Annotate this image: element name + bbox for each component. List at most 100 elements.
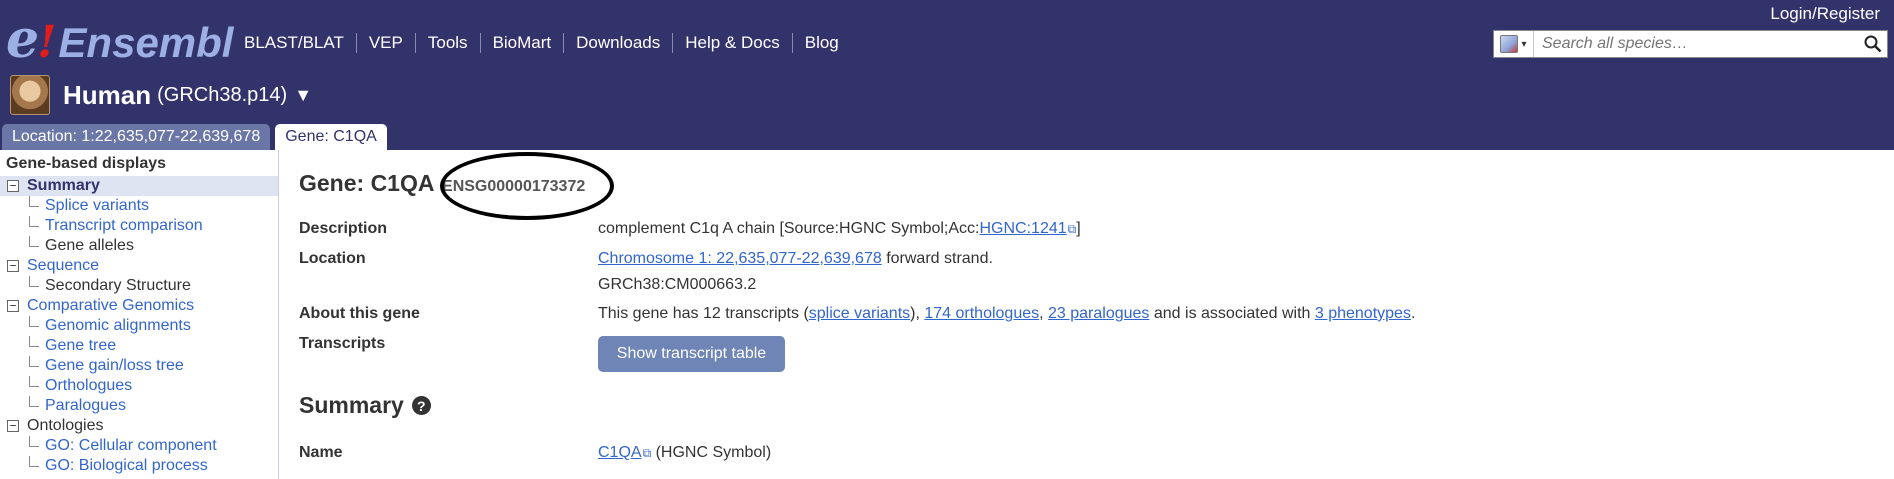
sidebar-item-transcript-comparison[interactable]: Transcript comparison <box>0 216 278 236</box>
sidebar-item-label: Secondary Structure <box>45 277 191 294</box>
sidebar-item-go-biological-process[interactable]: GO: Biological process <box>0 456 278 476</box>
sidebar-item-label: Orthologues <box>45 377 133 394</box>
sidebar-item-gene-gain-loss-tree[interactable]: Gene gain/loss tree <box>0 356 278 376</box>
about-text: , <box>1039 305 1049 322</box>
description-text: complement C1q A chain [Source:HGNC Symb… <box>598 220 980 237</box>
sidebar-item-orthologues[interactable]: Orthologues <box>0 376 278 396</box>
tab-location[interactable]: Location: 1:22,635,077-22,639,678 <box>2 124 271 150</box>
sidebar-item-label: GO: Biological process <box>45 457 208 474</box>
sidebar-item-label: Summary <box>27 177 100 194</box>
sidebar-item-label: Sequence <box>27 257 100 274</box>
c1qa-hgnc-link[interactable]: C1QA <box>598 444 642 461</box>
nav-tools[interactable]: Tools <box>414 33 480 53</box>
location-label: Location <box>299 250 366 267</box>
description-end: ] <box>1076 220 1081 237</box>
sidebar-item-label: Splice variants <box>45 197 150 214</box>
phenotypes-link[interactable]: 3 phenotypes <box>1315 305 1411 322</box>
tree-branch <box>29 236 39 247</box>
nav-downloads[interactable]: Downloads <box>563 33 672 53</box>
sidebar-item-label: Gene alleles <box>45 237 134 254</box>
tree-branch <box>29 436 39 447</box>
species-selector-button[interactable]: ▾ <box>1494 31 1534 57</box>
paralogues-link[interactable]: 23 paralogues <box>1048 305 1149 322</box>
sidebar-item-label: Genomic alignments <box>45 317 191 334</box>
gene-title-text: Gene: C1QA <box>299 170 434 196</box>
nav-blast[interactable]: BLAST/BLAT <box>234 33 356 53</box>
species-assembly: (GRCh38.p14) <box>157 83 288 106</box>
name-source: (HGNC Symbol) <box>651 444 772 461</box>
name-label: Name <box>299 444 343 461</box>
help-icon[interactable]: ? <box>411 396 431 415</box>
nav-vep[interactable]: VEP <box>355 33 415 53</box>
nav-help-docs[interactable]: Help & Docs <box>672 33 791 53</box>
name-value: C1QA⧉ (HGNC Symbol) <box>598 444 771 462</box>
collapse-icon[interactable]: − <box>7 180 19 192</box>
tree-branch <box>29 336 39 347</box>
collapse-icon[interactable]: − <box>7 260 19 272</box>
login-register-link[interactable]: Login/Register <box>1770 4 1880 24</box>
about-text: . <box>1410 305 1416 322</box>
about-text: This gene has 12 transcripts ( <box>598 305 809 322</box>
about-text: and is associated with <box>1149 305 1315 322</box>
search-box: ▾ <box>1493 30 1888 58</box>
annotation-circle <box>440 152 614 220</box>
sidebar-item-label: Ontologies <box>27 417 104 434</box>
description-value: complement C1q A chain [Source:HGNC Symb… <box>598 220 1081 238</box>
sidebar-item-gene-alleles: Gene alleles <box>0 236 278 256</box>
logo-text: Ensembl <box>58 19 234 66</box>
chromosome-location-link[interactable]: Chromosome 1: 22,635,077-22,639,678 <box>598 250 882 267</box>
hgnc-link[interactable]: HGNC:1241 <box>980 220 1067 237</box>
location-value: Chromosome 1: 22,635,077-22,639,678 forw… <box>598 250 993 268</box>
nav-blog[interactable]: Blog <box>791 33 851 53</box>
masthead: e ! Ensembl BLAST/BLAT VEP Tools BioMart… <box>0 0 1894 150</box>
summary-heading: Summary ? <box>299 392 431 419</box>
species-name: Human <box>63 79 152 110</box>
location-assembly: GRCh38:CM000663.2 <box>598 276 757 293</box>
collapse-icon[interactable]: − <box>7 420 19 432</box>
sidebar-item-sequence[interactable]: − Sequence <box>0 256 278 276</box>
sidebar-item-splice-variants[interactable]: Splice variants <box>0 196 278 216</box>
triangle-down-icon[interactable]: ▼ <box>294 85 312 106</box>
sidebar-item-paralogues[interactable]: Paralogues <box>0 396 278 416</box>
search-button[interactable] <box>1859 31 1887 57</box>
about-gene-value: This gene has 12 transcripts (splice var… <box>598 305 1415 323</box>
sidebar-item-summary[interactable]: − Summary <box>0 176 278 196</box>
tree-branch <box>29 316 39 327</box>
about-gene-label: About this gene <box>299 305 420 322</box>
summary-heading-text: Summary <box>299 392 404 418</box>
sidebar-item-ontologies[interactable]: − Ontologies <box>0 416 278 436</box>
magnifier-icon <box>1864 35 1882 53</box>
sidebar-item-secondary-structure: Secondary Structure <box>0 276 278 296</box>
orthologues-link[interactable]: 174 orthologues <box>924 305 1039 322</box>
tree-branch <box>29 456 39 467</box>
tab-bar: Location: 1:22,635,077-22,639,678 Gene: … <box>0 124 392 150</box>
tree-branch <box>29 356 39 367</box>
sidebar-item-label: Paralogues <box>45 397 126 414</box>
species-avatar <box>10 75 50 115</box>
nav-biomart[interactable]: BioMart <box>479 33 564 53</box>
splice-variants-link[interactable]: splice variants <box>809 305 910 322</box>
description-label: Description <box>299 220 388 237</box>
show-transcript-table-button[interactable]: Show transcript table <box>598 336 785 372</box>
tree-branch <box>29 196 39 207</box>
strand-text: forward strand. <box>881 250 993 267</box>
sidebar-item-genomic-alignments[interactable]: Genomic alignments <box>0 316 278 336</box>
collapse-icon[interactable]: − <box>7 300 19 312</box>
search-input[interactable] <box>1534 35 1859 53</box>
sidebar-title: Gene-based displays <box>6 155 167 172</box>
sidebar-item-label: Comparative Genomics <box>27 297 195 314</box>
sidebar-item-label: GO: Cellular component <box>45 437 217 454</box>
sidebar-item-go-cellular-component[interactable]: GO: Cellular component <box>0 436 278 456</box>
sidebar-item-label: Transcript comparison <box>45 217 203 234</box>
logo-e: e <box>6 9 40 70</box>
logo-bang: ! <box>37 17 57 68</box>
sidebar-item-comparative-genomics[interactable]: − Comparative Genomics <box>0 296 278 316</box>
top-nav: BLAST/BLAT VEP Tools BioMart Downloads H… <box>234 33 851 53</box>
external-link-icon: ⧉ <box>1067 222 1077 236</box>
sidebar-item-gene-tree[interactable]: Gene tree <box>0 336 278 356</box>
tree-branch <box>29 216 39 227</box>
tab-gene[interactable]: Gene: C1QA <box>275 124 387 150</box>
species-selector-icon <box>1500 35 1519 53</box>
ensembl-logo[interactable]: e ! Ensembl <box>6 9 234 70</box>
species-bar[interactable]: Human (GRCh38.p14) ▼ <box>10 73 312 117</box>
